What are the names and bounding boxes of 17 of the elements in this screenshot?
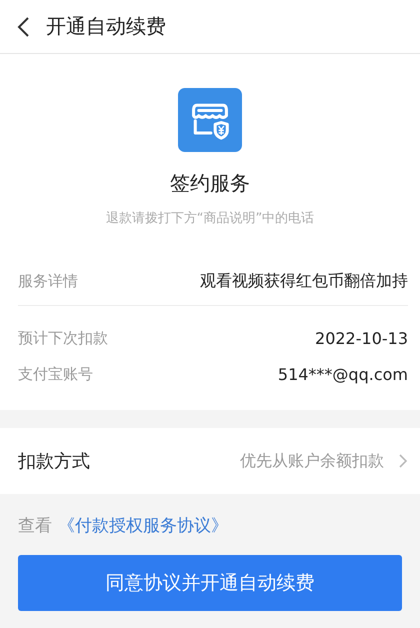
refund-note: 退款请拨打下方“商品说明”中的电话 <box>106 210 314 227</box>
back-icon[interactable] <box>16 16 30 38</box>
detail-value: 2022-10-13 <box>315 328 408 348</box>
detail-label: 服务详情 <box>18 272 78 290</box>
detail-value: 514***@qq.com <box>278 364 408 384</box>
service-title: 签约服务 <box>170 170 250 197</box>
confirm-button[interactable]: 同意协议并开通自动续费 <box>18 555 402 611</box>
view-label: 查看 <box>18 515 52 537</box>
payment-method-row[interactable]: 扣款方式 优先从账户余额扣款 <box>0 428 420 494</box>
agreement-link[interactable]: 《付款授权服务协议》 <box>58 514 228 537</box>
method-value: 优先从账户余额扣款 <box>240 450 384 472</box>
detail-label: 支付宝账号 <box>18 364 93 384</box>
detail-value: 观看视频获得红包币翻倍加持 <box>200 270 408 292</box>
method-label: 扣款方式 <box>18 450 91 473</box>
chevron-right-icon <box>398 453 408 469</box>
detail-label: 预计下次扣款 <box>18 328 108 348</box>
page-title: 开通自动续费 <box>46 13 166 40</box>
